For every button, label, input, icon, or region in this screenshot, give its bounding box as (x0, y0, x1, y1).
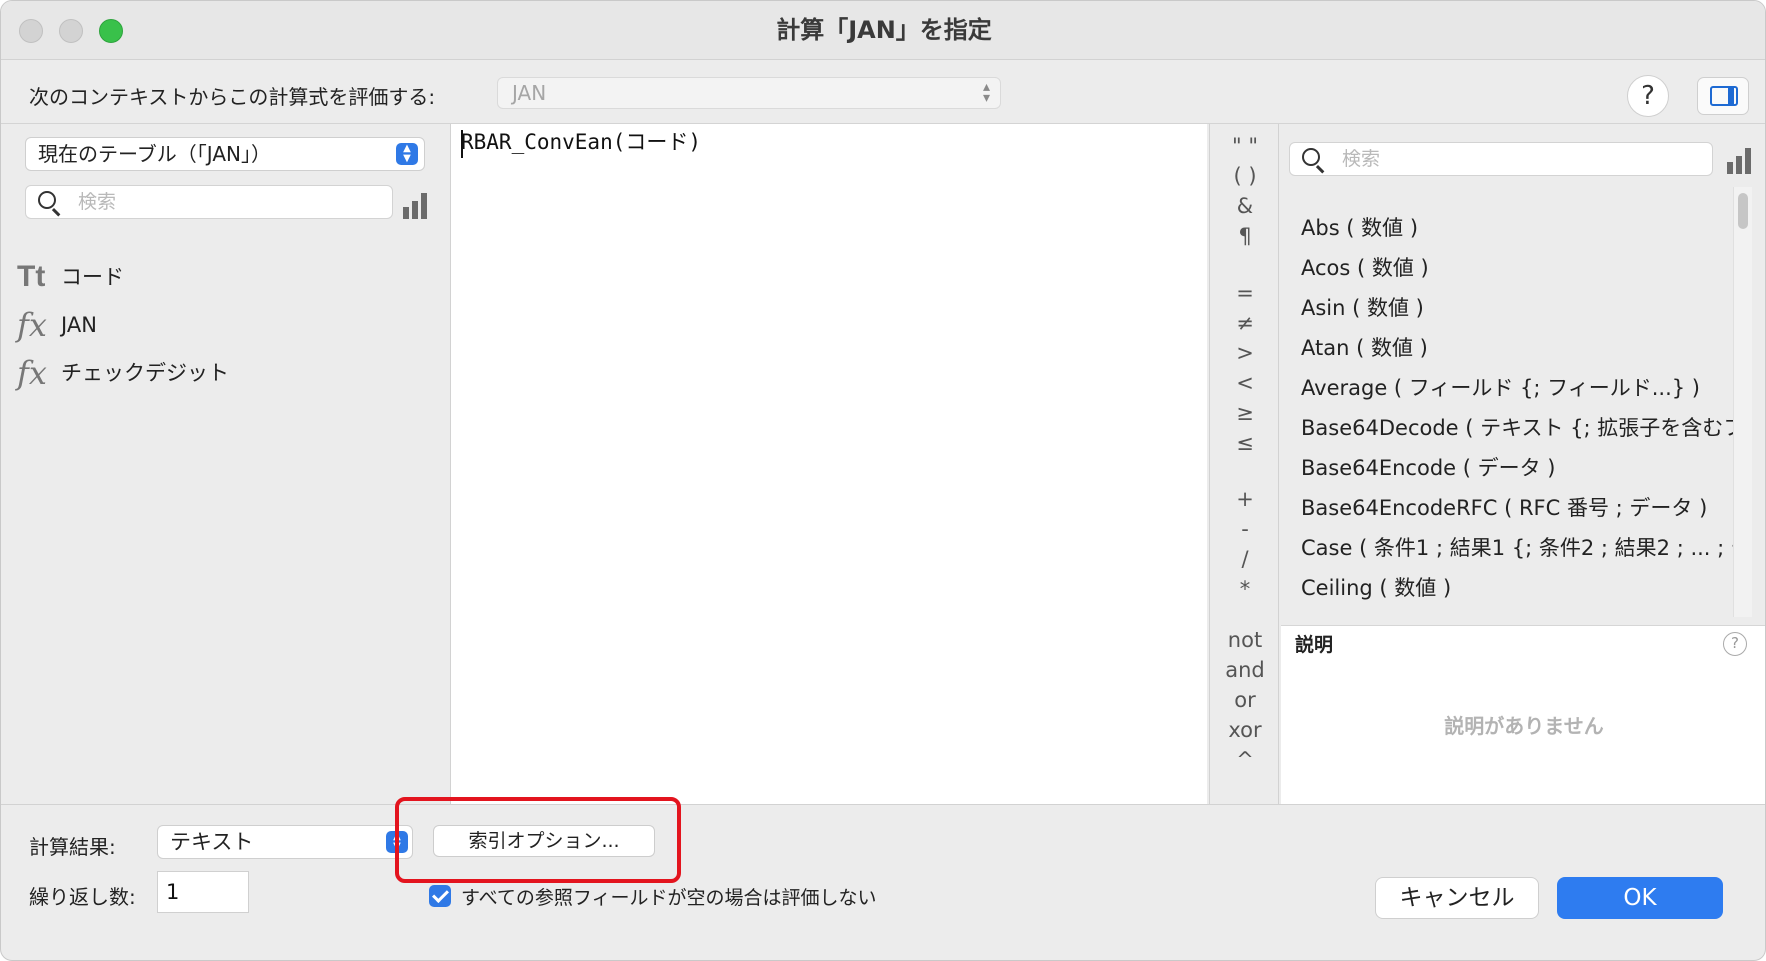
field-name: JAN (61, 313, 97, 337)
operator-xor[interactable]: xor (1210, 718, 1280, 742)
field-search-input[interactable] (76, 190, 380, 214)
operator-multiply[interactable]: * (1210, 577, 1280, 601)
search-icon (1302, 148, 1320, 166)
ok-button[interactable]: OK (1557, 877, 1723, 919)
function-item[interactable]: Ceiling ( 数値 ) (1301, 568, 1741, 608)
context-label: 次のコンテキストからこの計算式を評価する: (29, 85, 436, 109)
calculation-dialog: 計算「JAN」を指定 次のコンテキストからこの計算式を評価する: JAN ▴ ▾ … (0, 0, 1766, 961)
function-item[interactable]: Base64Decode ( テキスト {; 拡張子を含むフ (1301, 408, 1741, 448)
title-bar: 計算「JAN」を指定 (1, 1, 1765, 60)
function-item[interactable]: Case ( 条件1 ; 結果1 {; 条件2 ; 結果2 ; ... ; デ (1301, 528, 1741, 568)
table-select[interactable]: 現在のテーブル（「JAN」） ▲ ▼ (25, 137, 425, 171)
field-name: チェックデジット (61, 361, 229, 385)
skip-empty-checkbox[interactable] (429, 885, 451, 907)
operator-less[interactable]: < (1210, 371, 1280, 395)
function-list: Abs ( 数値 ) Acos ( 数値 ) Asin ( 数値 ) Atan … (1281, 124, 1765, 624)
operator-less-equal[interactable]: ≤ (1210, 431, 1280, 455)
operator-power[interactable]: ^ (1210, 748, 1280, 772)
operator-palette: " " ( ) & ¶ = ≠ > < ≥ ≤ + - / * not and … (1209, 124, 1279, 804)
search-icon (38, 191, 56, 209)
operator-divide[interactable]: / (1210, 547, 1280, 571)
calculation-field-icon: fx (17, 354, 47, 392)
field-name: コード (61, 265, 124, 289)
function-item[interactable]: Abs ( 数値 ) (1301, 208, 1741, 248)
field-item[interactable]: fx JAN (17, 305, 437, 345)
function-item[interactable]: Average ( フィールド {; フィールド...} ) (1301, 368, 1741, 408)
context-select[interactable]: JAN ▴ ▾ (497, 77, 1001, 109)
repetitions-label: 繰り返し数: (29, 885, 136, 909)
operator-and[interactable]: and (1210, 658, 1280, 682)
operator-not[interactable]: not (1210, 628, 1280, 652)
result-type-value: テキスト (170, 830, 254, 854)
function-item[interactable]: Asin ( 数値 ) (1301, 288, 1741, 328)
function-search-input[interactable] (1340, 147, 1644, 171)
operator-greater[interactable]: > (1210, 341, 1280, 365)
text-field-icon: Tt (17, 260, 46, 293)
formula-editor[interactable]: RBAR_ConvEan(コード) (451, 124, 1207, 804)
result-type-label: 計算結果: (29, 835, 116, 859)
divider (1, 804, 1765, 805)
field-item[interactable]: fx チェックデジット (17, 353, 437, 393)
function-item[interactable]: Base64Encode ( データ ) (1301, 448, 1741, 488)
operator-minus[interactable]: - (1210, 517, 1280, 541)
description-empty-text: 説明がありません (1444, 714, 1604, 738)
function-list-scrollbar[interactable] (1733, 187, 1752, 617)
operator-greater-equal[interactable]: ≥ (1210, 401, 1280, 425)
window-title: 計算「JAN」を指定 (776, 16, 992, 44)
operator-plus[interactable]: + (1210, 487, 1280, 511)
operator-pilcrow[interactable]: ¶ (1210, 224, 1280, 248)
sort-bars-icon[interactable] (1727, 148, 1753, 174)
description-panel: 説明がありません (1281, 662, 1765, 804)
operator-equal[interactable]: = (1210, 281, 1280, 305)
operator-quote[interactable]: " " (1210, 134, 1280, 158)
scroll-thumb[interactable] (1738, 193, 1748, 229)
function-search (1289, 142, 1713, 176)
field-search (25, 185, 393, 219)
help-button[interactable]: ? (1627, 75, 1669, 117)
repetitions-input[interactable]: 1 (157, 871, 249, 913)
operator-parens[interactable]: ( ) (1210, 164, 1280, 188)
formula-text: RBAR_ConvEan(コード) (461, 130, 702, 154)
calculation-field-icon: fx (17, 306, 47, 344)
description-title: 説明 (1295, 634, 1334, 656)
function-item[interactable]: Base64EncodeRFC ( RFC 番号 ; データ ) (1301, 488, 1741, 528)
chevron-updown-icon: ▲ ▼ (396, 143, 418, 165)
table-select-value: 現在のテーブル（「JAN」） (38, 142, 271, 166)
context-select-value: JAN (512, 81, 547, 105)
field-item[interactable]: Tt コード (17, 257, 437, 297)
annotation-highlight-box (395, 797, 681, 883)
toggle-panel-button[interactable] (1697, 77, 1749, 115)
operator-ampersand[interactable]: & (1210, 194, 1280, 218)
sidebar-right-icon (1710, 86, 1738, 106)
cancel-button[interactable]: キャンセル (1375, 877, 1539, 919)
function-item[interactable]: Acos ( 数値 ) (1301, 248, 1741, 288)
operator-or[interactable]: or (1210, 688, 1280, 712)
function-item[interactable]: Atan ( 数値 ) (1301, 328, 1741, 368)
sort-bars-icon[interactable] (403, 193, 429, 219)
result-type-select[interactable]: テキスト ▲ ▼ (157, 825, 413, 859)
operator-not-equal[interactable]: ≠ (1210, 311, 1280, 335)
chevron-updown-icon: ▴ ▾ (982, 79, 990, 106)
description-header: 説明 ? (1281, 625, 1765, 663)
question-circle-icon[interactable]: ? (1723, 632, 1747, 656)
skip-empty-label[interactable]: すべての参照フィールドが空の場合は評価しない (461, 883, 877, 910)
